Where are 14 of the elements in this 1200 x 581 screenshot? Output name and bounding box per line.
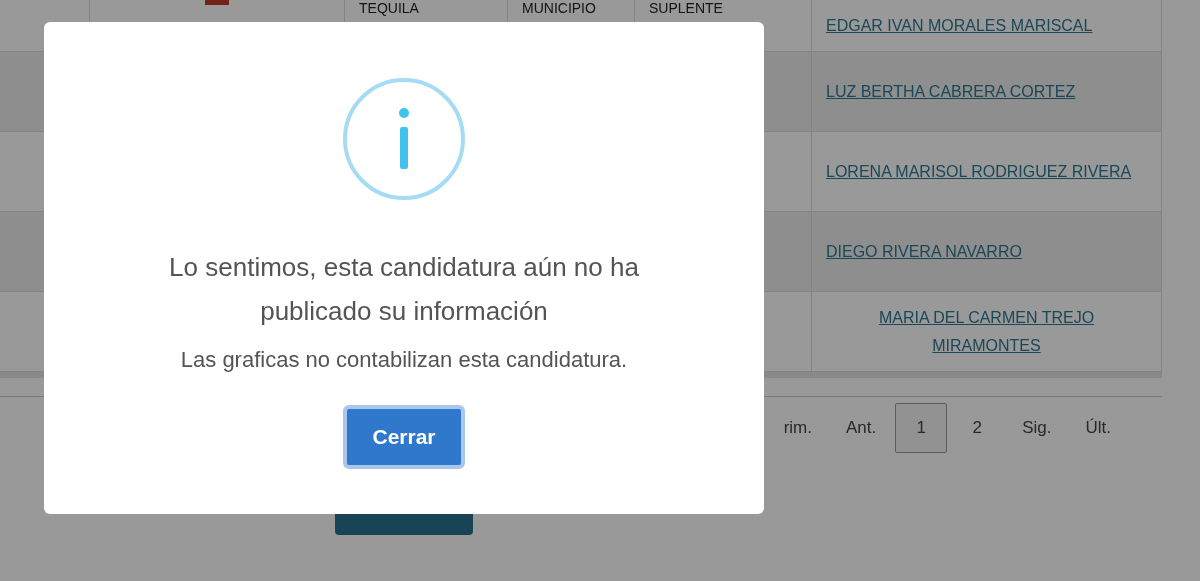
page-link[interactable]: Sig. [1007, 403, 1067, 453]
page-link[interactable]: 2 [951, 403, 1004, 453]
candidate-link[interactable]: DIEGO RIVERA NAVARRO [826, 237, 1147, 266]
page-link[interactable]: 1 [895, 403, 948, 453]
close-button[interactable]: Cerrar [343, 405, 465, 469]
page-link[interactable]: rim. [768, 403, 827, 453]
page-link[interactable]: Ant. [830, 403, 892, 453]
candidate-link[interactable]: MARIA DEL CARMEN TREJO MIRAMONTES [826, 303, 1147, 360]
candidate-link[interactable]: EDGAR IVAN MORALES MARISCAL [826, 11, 1147, 40]
dialog-title: Lo sentimos, esta candidatura aún no ha publicado su información [168, 251, 640, 328]
page-link[interactable]: Últ. [1070, 403, 1126, 453]
dialog-message: Las graficas no contabilizan esta candidatura. [180, 347, 628, 373]
candidate-link[interactable]: LUZ BERTHA CABRERA CORTEZ [826, 77, 1147, 106]
candidate-link[interactable]: LORENA MARISOL RODRIGUEZ RIVERA [826, 157, 1147, 186]
